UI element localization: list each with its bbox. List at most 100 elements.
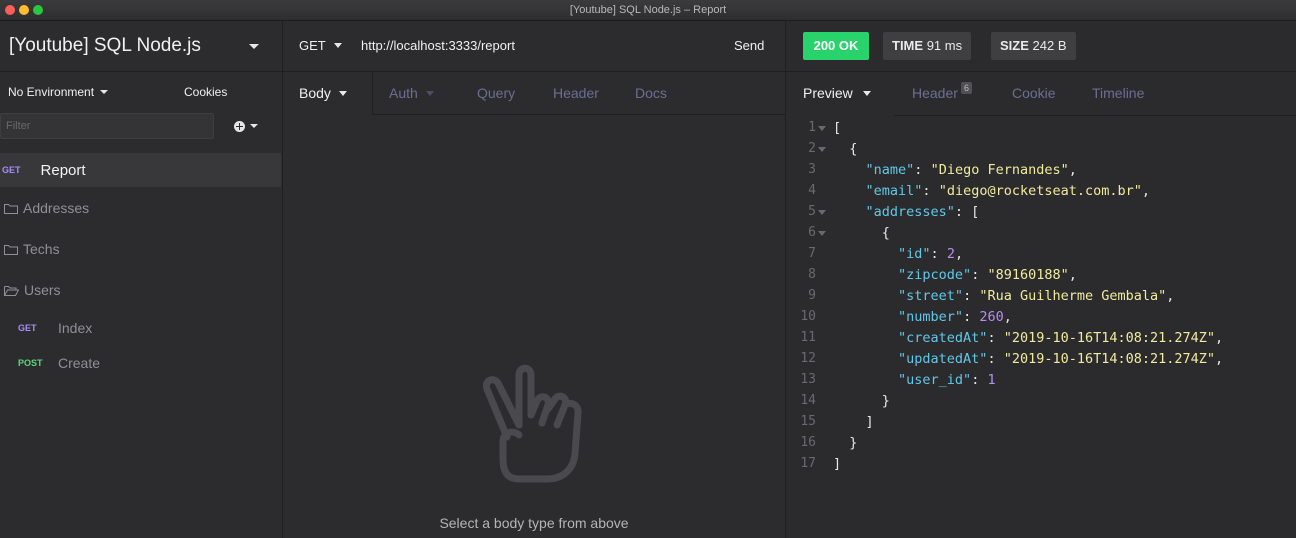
json-number: 260 [979, 309, 1004, 325]
chevron-down-icon [333, 43, 342, 48]
json-punct [833, 288, 898, 304]
header-count-badge: 6 [961, 82, 973, 94]
json-punct: : [971, 267, 988, 283]
line-number: 10 [800, 309, 816, 324]
response-pane: 200 OK TIME 91 ms SIZE 242 B Preview Hea… [786, 21, 1296, 538]
tab-label: Body [299, 85, 331, 101]
json-punct: , [1003, 309, 1012, 325]
fold-toggle-icon[interactable] [818, 231, 826, 236]
line-number: 6 [808, 225, 816, 240]
json-string: "Diego Fernandes" [930, 162, 1069, 178]
workspace-title[interactable]: [Youtube] SQL Node.js [9, 35, 201, 57]
line-number: 17 [800, 456, 816, 471]
method-badge: GET [18, 323, 37, 333]
url-input[interactable]: http://localhost:3333/report [361, 38, 515, 53]
tab-header[interactable]: Header [553, 85, 599, 101]
environment-selector[interactable]: No Environment [8, 85, 109, 99]
json-number: 2 [946, 246, 955, 262]
code-line: ] [833, 414, 874, 430]
code-line: "zipcode": "89160188", [833, 267, 1077, 283]
tab-divider [372, 72, 373, 114]
json-punct: : [963, 288, 980, 304]
json-preview[interactable]: 1 [2 {3 "name": "Diego Fernandes", 4 "emai… [786, 116, 1296, 538]
json-punct [833, 204, 866, 220]
status-badge: 200 OK [803, 32, 869, 60]
json-key: "number" [898, 309, 964, 325]
line-number: 16 [800, 435, 816, 450]
json-punct: : [930, 246, 947, 262]
request-item-index[interactable]: GET Index [18, 318, 92, 338]
json-punct: , [1068, 267, 1077, 283]
folder-icon [4, 244, 18, 255]
json-key: "id" [898, 246, 931, 262]
json-punct: , [1215, 330, 1224, 346]
code-line: { [833, 225, 890, 241]
time-value: 91 ms [926, 38, 963, 53]
folder-addresses[interactable]: Addresses [4, 197, 89, 219]
request-name: Create [58, 355, 101, 371]
folder-name: Users [24, 282, 61, 298]
code-line: "number": 260, [833, 309, 1012, 325]
response-status-bar: 200 OK TIME 91 ms SIZE 242 B [786, 21, 1296, 72]
request-item-create[interactable]: POST Create [18, 353, 100, 373]
json-punct: } [833, 393, 890, 409]
tab-label: Auth [389, 85, 418, 101]
url-bar: GET http://localhost:3333/report Send [283, 21, 785, 72]
json-punct: { [833, 225, 890, 241]
folder-icon [4, 203, 18, 214]
json-punct: : [963, 309, 980, 325]
json-punct: : [914, 162, 931, 178]
tab-auth[interactable]: Auth [389, 85, 434, 101]
chevron-down-icon [100, 90, 109, 94]
json-punct: , [1068, 162, 1077, 178]
size-badge: SIZE 242 B [991, 32, 1076, 60]
code-line: } [833, 435, 857, 451]
json-punct: ] [833, 414, 874, 430]
code-line: "createdAt": "2019-10-16T14:08:21.274Z", [833, 330, 1223, 346]
code-line: [ [833, 120, 841, 136]
cookies-button[interactable]: Cookies [184, 85, 227, 99]
line-number: 9 [808, 288, 816, 303]
json-string: "2019-10-16T14:08:21.274Z" [1003, 351, 1216, 367]
line-number: 4 [808, 183, 816, 198]
time-badge: TIME 91 ms [883, 32, 972, 60]
line-number: 3 [808, 162, 816, 177]
json-punct: } [833, 435, 858, 451]
add-request-button[interactable] [234, 119, 258, 133]
line-number: 13 [800, 372, 816, 387]
tab-response-header[interactable]: Header [912, 85, 958, 101]
json-string: "Rua Guilherme Gembala" [979, 288, 1167, 304]
request-item-report[interactable]: GET Report [0, 153, 281, 187]
sidebar: [Youtube] SQL Node.js No Environment Coo… [0, 21, 283, 538]
code-line: "user_id": 1 [833, 372, 996, 388]
line-number: 14 [800, 393, 816, 408]
tab-cookie[interactable]: Cookie [1012, 85, 1056, 101]
line-number: 15 [800, 414, 816, 429]
json-key: "addresses" [865, 204, 955, 220]
fold-toggle-icon[interactable] [818, 147, 826, 152]
tab-label: Preview [803, 85, 853, 101]
code-line: "id": 2, [833, 246, 963, 262]
fold-toggle-icon[interactable] [818, 126, 826, 131]
folder-techs[interactable]: Techs [4, 238, 60, 260]
chevron-down-icon[interactable] [249, 44, 259, 49]
folder-users[interactable]: Users [4, 279, 61, 301]
code-line: "street": "Rua Guilherme Gembala", [833, 288, 1174, 304]
tab-query[interactable]: Query [477, 85, 515, 101]
fold-toggle-icon[interactable] [818, 210, 826, 215]
tab-docs[interactable]: Docs [635, 85, 667, 101]
code-line: } [833, 393, 890, 409]
send-button[interactable]: Send [734, 38, 764, 53]
workspace-header[interactable]: [Youtube] SQL Node.js [0, 21, 282, 72]
environment-label: No Environment [8, 85, 95, 99]
json-string: "2019-10-16T14:08:21.274Z" [1003, 330, 1216, 346]
json-punct: : [ [954, 204, 980, 220]
tab-preview[interactable]: Preview [803, 85, 871, 101]
filter-input[interactable] [0, 113, 214, 139]
tab-body[interactable]: Body [299, 85, 347, 101]
json-key: "user_id" [898, 372, 972, 388]
window-title: [Youtube] SQL Node.js – Report [569, 4, 727, 16]
method-selector[interactable]: GET [299, 38, 342, 53]
tab-timeline[interactable]: Timeline [1092, 85, 1144, 101]
chevron-down-icon [338, 91, 347, 96]
